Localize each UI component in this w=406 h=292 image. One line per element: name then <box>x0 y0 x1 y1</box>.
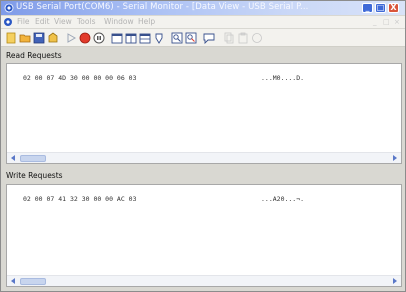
write-requests-label: Write Requests <box>6 171 63 180</box>
stop-icon[interactable] <box>79 32 91 44</box>
close-button[interactable]: X <box>388 3 399 13</box>
minimize-button[interactable]: _ <box>362 3 373 13</box>
read-requests-label: Read Requests <box>6 51 62 60</box>
help-icon[interactable] <box>251 32 263 44</box>
new-icon[interactable] <box>5 32 17 44</box>
comment-icon[interactable] <box>203 32 215 44</box>
find-next-icon[interactable] <box>185 32 197 44</box>
maximize-button[interactable]: □ <box>375 3 386 13</box>
mdi-close-icon[interactable]: × <box>394 18 400 26</box>
menu-bar: File Edit View Tools Window Help _ □ × <box>1 16 405 28</box>
menu-file[interactable]: File <box>17 17 30 26</box>
write-scroll-thumb[interactable] <box>20 278 46 285</box>
paste-icon[interactable] <box>237 32 249 44</box>
open-icon[interactable] <box>19 32 31 44</box>
read-hex-row: 02 00 07 4D 30 00 00 00 06 03 <box>23 74 137 82</box>
menu-tools[interactable]: Tools <box>77 17 95 26</box>
menu-help[interactable]: Help <box>138 17 155 26</box>
view-icon[interactable] <box>111 32 123 44</box>
read-scroll-thumb[interactable] <box>20 155 46 162</box>
write-horizontal-scrollbar[interactable] <box>7 275 401 286</box>
app-icon <box>4 3 14 13</box>
settings-icon[interactable] <box>153 32 165 44</box>
scroll-right-icon[interactable] <box>390 154 399 162</box>
document-menu-icon[interactable] <box>3 17 13 27</box>
find-icon[interactable] <box>171 32 183 44</box>
view2-icon[interactable] <box>125 32 137 44</box>
close-icon: X <box>390 3 397 12</box>
pause-icon[interactable] <box>93 32 105 44</box>
save-icon[interactable] <box>33 32 45 44</box>
toolbar <box>1 29 405 47</box>
write-hex-row: 02 00 07 41 32 30 00 00 AC 03 <box>23 195 137 203</box>
session-icon[interactable] <box>47 32 59 44</box>
title-bar[interactable]: USB Serial Port(COM6) - Serial Monitor -… <box>1 1 405 15</box>
pane-splitter[interactable] <box>1 164 405 167</box>
read-requests-pane[interactable]: 02 00 07 4D 30 00 00 00 06 03 ...M0....D… <box>6 63 402 164</box>
menu-view[interactable]: View <box>54 17 72 26</box>
minimize-icon: _ <box>365 3 370 12</box>
maximize-icon: □ <box>376 3 385 12</box>
menu-edit[interactable]: Edit <box>35 17 50 26</box>
scroll-left-icon[interactable] <box>9 277 18 285</box>
window-title: USB Serial Port(COM6) - Serial Monitor -… <box>16 2 309 12</box>
write-requests-pane[interactable]: 02 00 07 41 32 30 00 00 AC 03 ...A20...¬… <box>6 184 402 287</box>
scroll-right-icon[interactable] <box>390 277 399 285</box>
start-icon[interactable] <box>65 32 77 44</box>
mdi-minimize-icon[interactable]: _ <box>373 18 377 26</box>
write-ascii-row: ...A20...¬. <box>261 195 305 203</box>
menu-window[interactable]: Window <box>104 17 134 26</box>
serial-monitor-window: USB Serial Port(COM6) - Serial Monitor -… <box>0 0 406 292</box>
view3-icon[interactable] <box>139 32 151 44</box>
read-ascii-row: ...M0....D. <box>261 74 305 82</box>
copy-icon[interactable] <box>223 32 235 44</box>
mdi-restore-icon[interactable]: □ <box>383 18 390 26</box>
read-horizontal-scrollbar[interactable] <box>7 152 401 163</box>
scroll-left-icon[interactable] <box>9 154 18 162</box>
